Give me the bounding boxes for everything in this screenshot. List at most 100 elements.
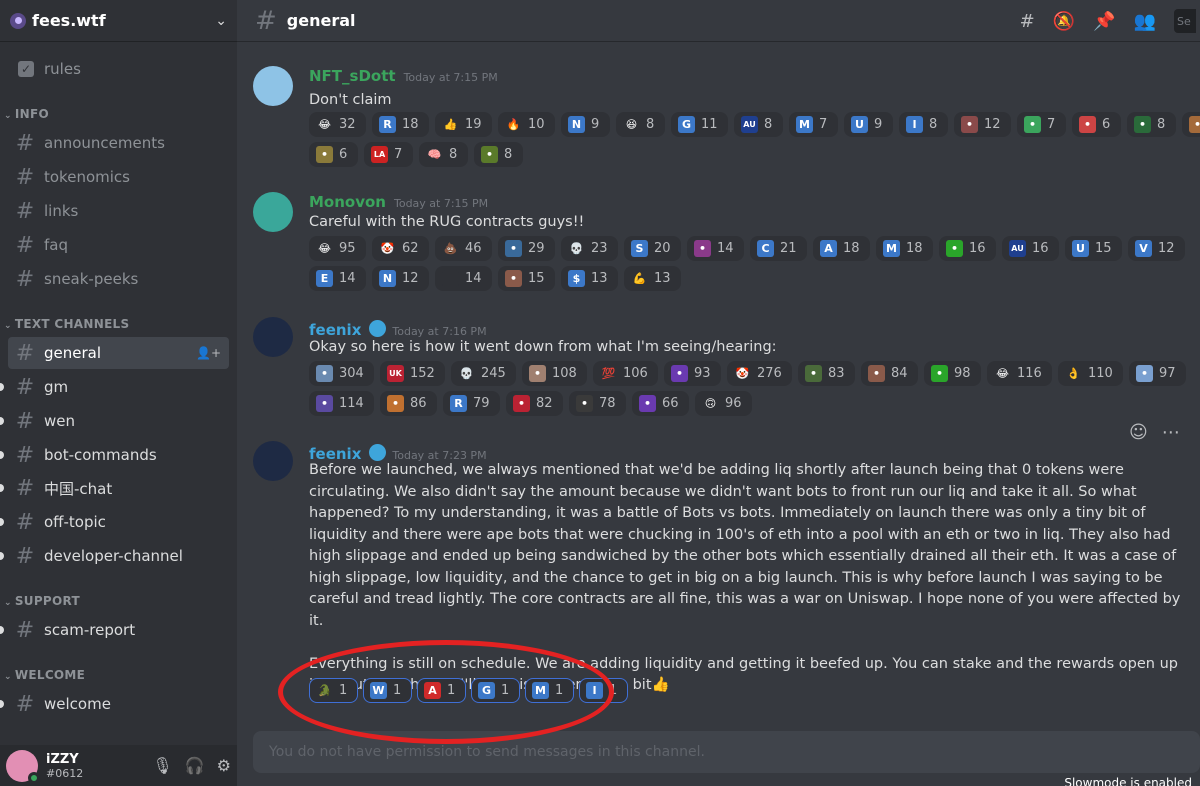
reaction-pill[interactable]: 💀 23	[561, 236, 618, 261]
channel-welcome[interactable]: # welcome	[0, 688, 229, 720]
reaction-pill[interactable]: • 97	[1129, 361, 1186, 386]
reaction-pill[interactable]: 14	[435, 266, 492, 291]
reaction-pill[interactable]: • 82	[506, 391, 563, 416]
reaction-pill[interactable]: AU 16	[1002, 236, 1059, 261]
reaction-pill[interactable]: W1	[363, 678, 412, 703]
reaction-pill[interactable]: C 21	[750, 236, 807, 261]
microphone-icon[interactable]: 🎙	[152, 756, 172, 775]
reaction-pill[interactable]: • 29	[498, 236, 555, 261]
avatar[interactable]	[253, 192, 293, 232]
reaction-pill[interactable]: 👍 19	[435, 112, 492, 137]
channel-links[interactable]: # links	[8, 195, 229, 227]
member-list-icon[interactable]: 👥	[1134, 11, 1156, 32]
channel-sneak-peeks[interactable]: # sneak-peeks	[8, 263, 229, 295]
reaction-pill[interactable]: E 14	[309, 266, 366, 291]
reaction-pill[interactable]: R 18	[372, 112, 429, 137]
reaction-pill[interactable]: • 66	[632, 391, 689, 416]
reaction-pill[interactable]: M1	[525, 678, 574, 703]
reaction-pill[interactable]: G1	[471, 678, 520, 703]
reaction-pill[interactable]: • 108	[522, 361, 587, 386]
reaction-pill[interactable]: • 78	[569, 391, 626, 416]
reaction-pill[interactable]: 🙃 96	[695, 391, 752, 416]
add-reaction-icon[interactable]: ☺	[1129, 422, 1148, 443]
reaction-pill[interactable]: 🤡 62	[372, 236, 429, 261]
reaction-pill[interactable]: N 12	[372, 266, 429, 291]
reaction-pill[interactable]: • 6	[309, 142, 358, 167]
reaction-pill[interactable]: • 114	[309, 391, 374, 416]
reaction-pill[interactable]: U 15	[1065, 236, 1122, 261]
reaction-pill[interactable]: • 15	[498, 266, 555, 291]
gear-icon[interactable]: ⚙	[217, 756, 231, 775]
reaction-pill[interactable]: M 18	[876, 236, 933, 261]
reaction-pill[interactable]: G 11	[671, 112, 728, 137]
reaction-pill[interactable]: 💯 106	[593, 361, 658, 386]
channel-off-topic[interactable]: # off-topic	[0, 506, 229, 538]
message-input[interactable]: You do not have permission to send messa…	[253, 731, 1200, 773]
mute-bell-icon[interactable]: 🔕	[1053, 11, 1075, 32]
reaction-pill[interactable]: 😆 8	[616, 112, 665, 137]
reaction-pill[interactable]: S 20	[624, 236, 681, 261]
reaction-pill[interactable]: 🐊 1	[309, 678, 358, 703]
reaction-pill[interactable]: 💪 13	[624, 266, 681, 291]
author-name[interactable]: Monovon	[309, 193, 386, 211]
pin-icon[interactable]: 📌	[1093, 11, 1115, 32]
category-welcome[interactable]: ⌄ WELCOME	[4, 668, 85, 682]
channel-faq[interactable]: # faq	[8, 229, 229, 261]
reaction-pill[interactable]: LA 7	[364, 142, 413, 167]
avatar[interactable]	[253, 66, 293, 106]
reaction-pill[interactable]: 🧠 8	[419, 142, 468, 167]
user-info[interactable]: iZZY #0612	[46, 752, 83, 780]
avatar[interactable]	[6, 749, 40, 784]
reaction-pill[interactable]: • 93	[664, 361, 721, 386]
category-text-channels[interactable]: ⌄ TEXT CHANNELS	[4, 317, 129, 331]
category-support[interactable]: ⌄ SUPPORT	[4, 594, 80, 608]
reaction-pill[interactable]: •8	[1127, 112, 1176, 137]
reaction-pill[interactable]: • 98	[924, 361, 981, 386]
reaction-pill[interactable]: 😂 116	[987, 361, 1052, 386]
headphones-icon[interactable]: 🎧	[185, 756, 205, 775]
reaction-pill[interactable]: N9	[561, 112, 610, 137]
channel-rules[interactable]: ✓ rules	[8, 53, 229, 85]
reaction-pill[interactable]: • 7	[1017, 112, 1066, 137]
server-header[interactable]: fees.wtf ⌄	[0, 0, 237, 42]
reaction-pill[interactable]: M7	[789, 112, 838, 137]
reaction-pill[interactable]: U9	[844, 112, 893, 137]
channel-developer-channel[interactable]: # developer-channel	[0, 540, 229, 572]
avatar[interactable]	[253, 317, 293, 357]
reaction-pill[interactable]: • 86	[380, 391, 437, 416]
reaction-pill[interactable]: 😂 95	[309, 236, 366, 261]
reaction-pill[interactable]: I1	[579, 678, 628, 703]
search-input[interactable]: Se	[1174, 9, 1196, 33]
reaction-pill[interactable]: AU 8	[734, 112, 783, 137]
reaction-pill[interactable]: •8	[474, 142, 523, 167]
author-name[interactable]: NFT_sDott	[309, 67, 396, 85]
channel-bot-commands[interactable]: # bot-commands	[0, 439, 229, 471]
reaction-pill[interactable]: $13	[561, 266, 618, 291]
reaction-pill[interactable]: A1	[417, 678, 466, 703]
reaction-pill[interactable]: 🔥 10	[498, 112, 555, 137]
channel-wen[interactable]: # wen	[0, 405, 229, 437]
chevron-down-icon[interactable]: ⌄	[215, 13, 227, 29]
add-user-icon[interactable]: 👤+	[196, 346, 221, 360]
channel-general[interactable]: # general 👤+	[8, 337, 229, 369]
reaction-pill[interactable]: • 83	[798, 361, 855, 386]
threads-icon[interactable]: #	[1020, 11, 1035, 32]
reaction-pill[interactable]: UK 152	[380, 361, 445, 386]
reaction-pill[interactable]: 💩 46	[435, 236, 492, 261]
reaction-pill[interactable]: • 16	[939, 236, 996, 261]
reaction-pill[interactable]: •8	[1182, 112, 1200, 137]
reaction-pill[interactable]: I8	[899, 112, 948, 137]
reaction-pill[interactable]: 😂 32	[309, 112, 366, 137]
channel-gm[interactable]: # gm	[0, 371, 229, 403]
reaction-pill[interactable]: V 12	[1128, 236, 1185, 261]
reaction-pill[interactable]: • 304	[309, 361, 374, 386]
category-info[interactable]: ⌄ INFO	[4, 107, 49, 121]
reaction-pill[interactable]: • 6	[1072, 112, 1121, 137]
reaction-pill[interactable]: 💀 245	[451, 361, 516, 386]
reaction-pill[interactable]: • 12	[954, 112, 1011, 137]
reaction-pill[interactable]: • 14	[687, 236, 744, 261]
channel-announcements[interactable]: # announcements	[8, 127, 229, 159]
channel-china-chat[interactable]: # 中国-chat	[0, 472, 229, 504]
more-options-icon[interactable]: ⋯	[1162, 422, 1180, 443]
reaction-pill[interactable]: • 84	[861, 361, 918, 386]
